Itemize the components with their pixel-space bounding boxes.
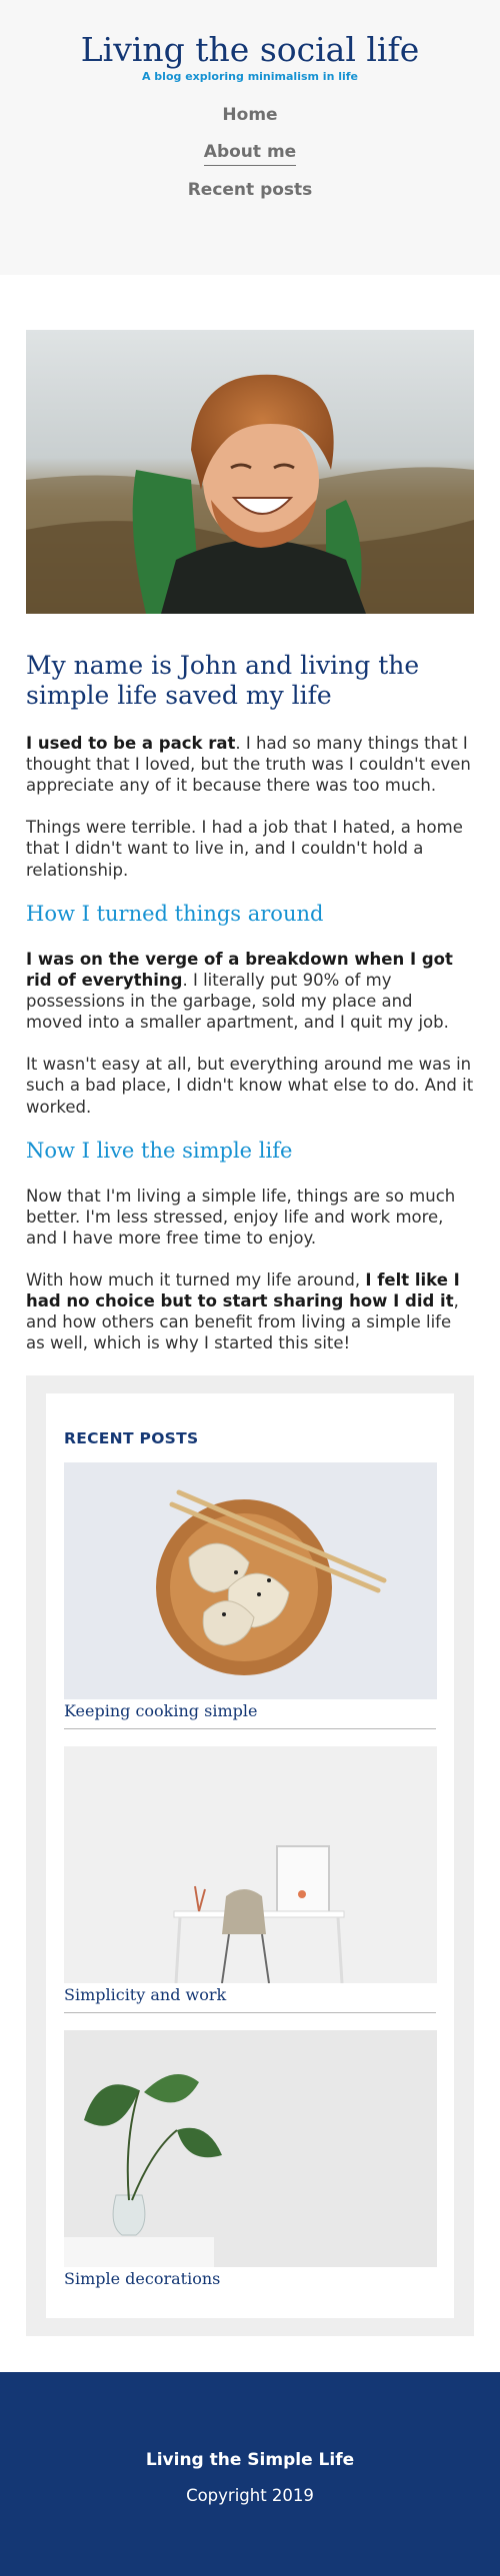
main-content: My name is John and living the simple li… (0, 275, 500, 1354)
paragraph-1: I used to be a pack rat. I had so many t… (26, 733, 474, 796)
paragraph-4: It wasn't easy at all, but everything ar… (26, 1055, 474, 1117)
site-footer: Living the Simple Life Copyright 2019 (0, 2371, 500, 2576)
post-thumbnail-desk[interactable] (64, 1745, 437, 1983)
recent-post: Keeping cooking simple (64, 1461, 437, 1729)
post-thumbnail-dumplings[interactable] (64, 1461, 437, 1699)
recent-posts-widget: RECENT POSTS Keeping cooking simple Simp… (46, 1392, 454, 2318)
post-link-cooking[interactable]: Keeping cooking simple (64, 1701, 436, 1720)
post-link-decorations[interactable]: Simple decorations (64, 2269, 436, 2288)
section-heading-simple-life: Now I live the simple life (26, 1138, 293, 1163)
post-link-work[interactable]: Simplicity and work (64, 1985, 436, 2004)
footer-title: Living the Simple Life (145, 2449, 355, 2470)
site-title[interactable]: Living the social life (0, 31, 500, 68)
article-heading: My name is John and living the simple li… (26, 651, 420, 710)
recent-post: Simple decorations (64, 2029, 437, 2288)
sidebar: RECENT POSTS Keeping cooking simple Simp… (26, 1374, 474, 2336)
footer-copyright: Copyright 2019 (186, 2485, 314, 2505)
main-nav: Home About me Recent posts (0, 105, 500, 203)
widget-title: RECENT POSTS (64, 1428, 199, 1447)
paragraph-6-start: With how much it turned my life around, (26, 1271, 366, 1290)
site-subtitle: A blog exploring minimalism in life (141, 70, 359, 84)
nav-link-about-me[interactable]: About me (203, 142, 297, 167)
hero-image (26, 330, 474, 614)
paragraph-3: I was on the verge of a breakdown when I… (26, 949, 474, 1033)
paragraph-1-bold: I used to be a pack rat (26, 734, 236, 753)
paragraph-2: Things were terrible. I had a job that I… (26, 818, 463, 880)
recent-post: Simplicity and work (64, 1745, 437, 2013)
paragraph-5: Now that I'm living a simple life, thing… (26, 1186, 456, 1249)
section-heading-turned-around: How I turned things around (26, 901, 324, 926)
post-thumbnail-plant[interactable] (64, 2029, 437, 2267)
nav-link-home[interactable]: Home (222, 105, 277, 128)
nav-link-recent-posts[interactable]: Recent posts (188, 180, 313, 203)
paragraph-6: With how much it turned my life around, … (26, 1270, 474, 1353)
site-header: Living the social life A blog exploring … (0, 0, 500, 275)
